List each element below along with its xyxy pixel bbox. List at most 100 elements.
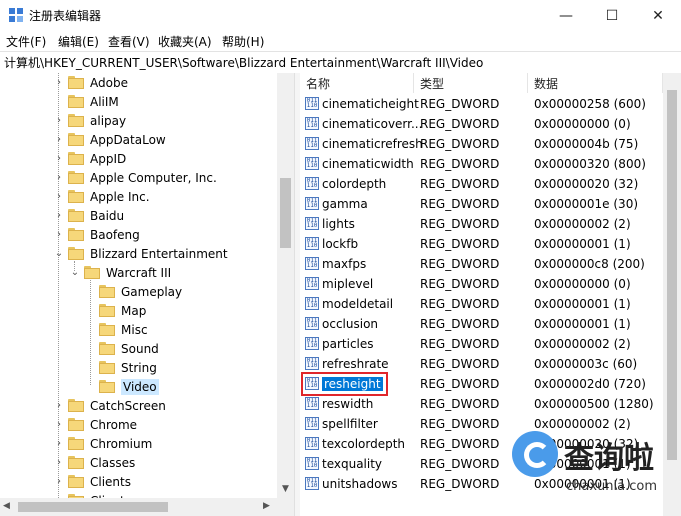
tree-horizontal-scrollbar[interactable]: ◀ ▶ bbox=[0, 498, 294, 516]
address-path[interactable]: 计算机\HKEY_CURRENT_USER\Software\Blizzard … bbox=[4, 54, 483, 71]
value-row[interactable]: 011 110 cinematicoverr... REG_DWORD 0x00000… bbox=[300, 114, 681, 134]
address-bar[interactable]: 计算机\HKEY_CURRENT_USER\Software\Blizzard … bbox=[0, 51, 681, 74]
menu-edit[interactable]: 编辑(E) bbox=[58, 33, 99, 50]
value-name: unitshadows bbox=[322, 477, 398, 491]
title-bar: 注册表编辑器 — ☐ ✕ bbox=[0, 0, 681, 31]
reg-dword-icon: 011 110 bbox=[305, 477, 319, 490]
tree-item-warcraft-iii[interactable]: ⌄ Warcraft III bbox=[71, 263, 171, 282]
tree-item[interactable]: Sound bbox=[99, 339, 159, 358]
column-header-type[interactable]: 类型 bbox=[414, 73, 528, 93]
tree-item[interactable]: Misc bbox=[99, 320, 148, 339]
tree-item[interactable]: › Apple Inc. bbox=[57, 187, 150, 206]
tree-item[interactable]: › CatchScreen bbox=[57, 396, 166, 415]
expand-chevron-icon[interactable]: › bbox=[54, 172, 64, 183]
collapse-chevron-icon[interactable]: ⌄ bbox=[54, 248, 64, 259]
value-row[interactable]: 011 110 maxfps REG_DWORD 0x000000c8 (200) bbox=[300, 254, 681, 274]
value-row[interactable]: 011 110 miplevel REG_DWORD 0x00000000 (0) bbox=[300, 274, 681, 294]
column-header-data[interactable]: 数据 bbox=[528, 73, 663, 93]
expand-chevron-icon[interactable]: › bbox=[54, 438, 64, 449]
value-row[interactable]: 011 110 cinematicwidth REG_DWORD 0x00000320… bbox=[300, 154, 681, 174]
folder-icon bbox=[68, 437, 84, 450]
reg-dword-icon: 011 110 bbox=[305, 317, 319, 330]
menu-help[interactable]: 帮助(H) bbox=[222, 33, 264, 50]
tree-item-label: String bbox=[121, 360, 157, 375]
reg-dword-icon: 011 110 bbox=[305, 457, 319, 470]
value-row[interactable]: 011 110 modeldetail REG_DWORD 0x00000001 (1… bbox=[300, 294, 681, 314]
watermark-logo: 查询啦 chaxunla.com bbox=[504, 427, 676, 511]
registry-editor-icon bbox=[9, 8, 23, 22]
close-icon: ✕ bbox=[652, 7, 664, 24]
folder-icon bbox=[68, 76, 84, 89]
tree-item-blizzard-entertainment[interactable]: ⌄ Blizzard Entertainment bbox=[55, 244, 228, 263]
tree-item-label: Chrome bbox=[90, 417, 138, 432]
value-row[interactable]: 011 110 particles REG_DWORD 0x00000002 (2) bbox=[300, 334, 681, 354]
tree-item-label: Apple Inc. bbox=[90, 189, 150, 204]
value-row[interactable]: 011 110 lockfb REG_DWORD 0x00000001 (1) bbox=[300, 234, 681, 254]
tree-item[interactable]: › Adobe bbox=[57, 73, 128, 92]
tree-item[interactable]: › Apple Computer, Inc. bbox=[57, 168, 217, 187]
annotation-highlight-box bbox=[301, 372, 388, 396]
value-type: REG_DWORD bbox=[420, 477, 500, 491]
value-row[interactable]: 011 110 reswidth REG_DWORD 0x00000500 (1280… bbox=[300, 394, 681, 414]
expand-chevron-icon[interactable]: › bbox=[54, 134, 64, 145]
value-row[interactable]: 011 110 gamma REG_DWORD 0x0000001e (30) bbox=[300, 194, 681, 214]
close-button[interactable]: ✕ bbox=[635, 0, 681, 31]
tree-item[interactable]: Map bbox=[99, 301, 146, 320]
value-row[interactable]: 011 110 colordepth REG_DWORD 0x00000020 (32… bbox=[300, 174, 681, 194]
scroll-left-arrow-icon[interactable]: ◀ bbox=[3, 501, 10, 511]
tree-item-label: Apple Computer, Inc. bbox=[90, 170, 217, 185]
value-row[interactable]: 011 110 refreshrate REG_DWORD 0x0000003c (6… bbox=[300, 354, 681, 374]
tree-item[interactable]: › Baidu bbox=[57, 206, 124, 225]
value-name: cinematicheight bbox=[322, 97, 419, 111]
tree-hscroll-thumb[interactable] bbox=[18, 502, 168, 512]
tree-item[interactable]: › Clients bbox=[57, 472, 131, 491]
menu-view[interactable]: 查看(V) bbox=[108, 33, 150, 50]
value-data: 0x0000003c (60) bbox=[534, 357, 638, 371]
minimize-button[interactable]: — bbox=[543, 0, 589, 31]
value-row[interactable]: 011 110 cinematicrefresh REG_DWORD 0x000000… bbox=[300, 134, 681, 154]
tree-vertical-scrollbar[interactable] bbox=[277, 73, 294, 498]
value-row[interactable]: 011 110 lights REG_DWORD 0x00000002 (2) bbox=[300, 214, 681, 234]
tree-item[interactable]: › AppDataLow bbox=[57, 130, 166, 149]
scroll-down-arrow-icon[interactable]: ▼ bbox=[277, 480, 294, 497]
tree-scroll-thumb[interactable] bbox=[280, 178, 291, 248]
tree-item[interactable]: › Chromium bbox=[57, 434, 152, 453]
scroll-right-arrow-icon[interactable]: ▶ bbox=[263, 501, 270, 511]
tree-item[interactable]: › alipay bbox=[57, 111, 126, 130]
tree-item[interactable]: AliIM bbox=[68, 92, 119, 111]
expand-chevron-icon[interactable]: › bbox=[54, 400, 64, 411]
value-type: REG_DWORD bbox=[420, 437, 500, 451]
value-row[interactable]: 011 110 occlusion REG_DWORD 0x00000001 (1) bbox=[300, 314, 681, 334]
menu-favorites[interactable]: 收藏夹(A) bbox=[158, 33, 212, 50]
expand-chevron-icon[interactable]: › bbox=[54, 419, 64, 430]
expand-chevron-icon[interactable]: › bbox=[54, 476, 64, 487]
reg-dword-icon: 011 110 bbox=[305, 237, 319, 250]
collapse-chevron-icon[interactable]: ⌄ bbox=[70, 267, 80, 278]
tree-item[interactable]: String bbox=[99, 358, 157, 377]
tree-item[interactable]: › Baofeng bbox=[57, 225, 140, 244]
tree-item-video-selected[interactable]: Video bbox=[99, 377, 159, 396]
value-name: particles bbox=[322, 337, 374, 351]
value-type: REG_DWORD bbox=[420, 237, 500, 251]
tree-item[interactable]: › Chrome bbox=[57, 415, 138, 434]
expand-chevron-icon[interactable]: › bbox=[54, 229, 64, 240]
values-scroll-thumb[interactable] bbox=[667, 90, 677, 460]
maximize-button[interactable]: ☐ bbox=[589, 0, 635, 31]
tree-item-label: CatchScreen bbox=[90, 398, 166, 413]
expand-chevron-icon[interactable]: › bbox=[54, 191, 64, 202]
value-row[interactable]: 011 110 cinematicheight REG_DWORD 0x0000025… bbox=[300, 94, 681, 114]
expand-chevron-icon[interactable]: › bbox=[54, 115, 64, 126]
folder-icon bbox=[99, 285, 115, 298]
expand-chevron-icon[interactable]: › bbox=[54, 457, 64, 468]
folder-icon bbox=[84, 266, 100, 279]
expand-chevron-icon[interactable]: › bbox=[54, 153, 64, 164]
tree-item[interactable]: › Classes bbox=[57, 453, 135, 472]
maximize-icon: ☐ bbox=[605, 7, 619, 24]
value-name: colordepth bbox=[322, 177, 387, 191]
column-header-name[interactable]: 名称 bbox=[300, 73, 414, 93]
expand-chevron-icon[interactable]: › bbox=[54, 77, 64, 88]
tree-item[interactable]: › AppID bbox=[57, 149, 126, 168]
tree-item[interactable]: Gameplay bbox=[99, 282, 182, 301]
expand-chevron-icon[interactable]: › bbox=[54, 210, 64, 221]
menu-file[interactable]: 文件(F) bbox=[6, 33, 46, 50]
